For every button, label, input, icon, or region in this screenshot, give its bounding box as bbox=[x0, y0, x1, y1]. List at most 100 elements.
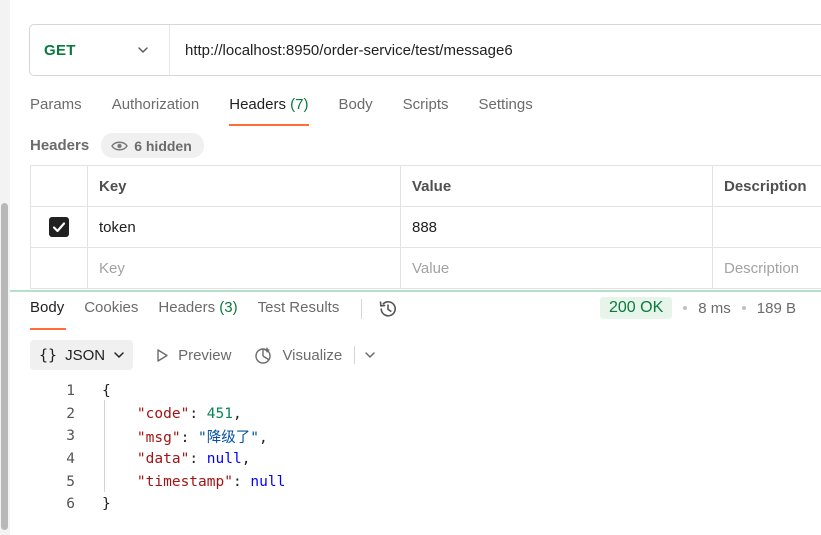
row-checkbox-cell bbox=[30, 248, 87, 288]
preview-label: Preview bbox=[178, 346, 232, 364]
divider bbox=[354, 346, 356, 364]
tab-cookies[interactable]: Cookies bbox=[84, 299, 138, 330]
response-size[interactable]: 189 B bbox=[757, 300, 796, 317]
tab-response-body[interactable]: Body bbox=[30, 299, 67, 330]
header-value-field[interactable]: 888 bbox=[400, 207, 712, 247]
divider bbox=[361, 299, 363, 319]
preview-button[interactable]: Preview bbox=[155, 347, 231, 364]
code-line: 6 } bbox=[30, 493, 285, 516]
row-checkbox-cell bbox=[30, 207, 87, 247]
tab-count: (3) bbox=[219, 299, 238, 316]
table-header-row: Key Value Description bbox=[30, 166, 821, 207]
json-key: "data" bbox=[136, 451, 190, 468]
chevron-down-icon bbox=[365, 352, 375, 358]
status-badge[interactable]: 200 OK bbox=[600, 297, 673, 319]
play-icon bbox=[157, 348, 168, 362]
visualize-options-button[interactable] bbox=[364, 349, 376, 361]
new-description-input[interactable]: Description bbox=[712, 248, 821, 288]
visualize-icon bbox=[255, 347, 272, 364]
header-description-field[interactable] bbox=[712, 207, 821, 247]
code-line: 1 { bbox=[30, 380, 285, 403]
tab-response-headers[interactable]: Headers (3) bbox=[158, 299, 237, 330]
request-tabs: Params Authorization Headers (7) Body Sc… bbox=[30, 96, 563, 126]
tab-label: Authorization bbox=[111, 96, 200, 113]
column-check bbox=[30, 166, 87, 206]
chevron-down-icon bbox=[137, 43, 149, 61]
json-key: "code" bbox=[136, 405, 190, 422]
json-value: null bbox=[250, 473, 286, 490]
column-key: Key bbox=[87, 166, 400, 206]
line-number: 2 bbox=[66, 405, 75, 422]
new-value-input[interactable]: Value bbox=[400, 248, 712, 288]
tab-settings[interactable]: Settings bbox=[479, 96, 533, 126]
line-number: 4 bbox=[66, 451, 75, 468]
tab-headers[interactable]: Headers (7) bbox=[229, 96, 310, 126]
json-punct: , bbox=[259, 429, 268, 446]
json-value: 451 bbox=[206, 405, 233, 422]
json-value: "降级了" bbox=[198, 429, 260, 446]
method-select[interactable]: GET bbox=[30, 25, 170, 75]
tab-label: Settings bbox=[478, 96, 533, 113]
format-label: JSON bbox=[65, 346, 106, 364]
tab-scripts[interactable]: Scripts bbox=[403, 96, 449, 126]
response-time[interactable]: 8 ms bbox=[698, 300, 731, 317]
tab-label: Headers bbox=[158, 299, 216, 316]
tab-label: Body bbox=[338, 96, 373, 113]
separator-dot bbox=[683, 306, 688, 310]
header-key-field[interactable]: token bbox=[87, 207, 400, 247]
line-number: 5 bbox=[66, 473, 75, 490]
eye-icon bbox=[111, 141, 129, 150]
response-meta: 200 OK 8 ms 189 B bbox=[600, 297, 796, 319]
headers-heading-row: Headers 6 hidden bbox=[30, 133, 204, 158]
open-brace: { bbox=[102, 383, 111, 400]
tab-authorization[interactable]: Authorization bbox=[112, 96, 200, 126]
request-bar: GET http://localhost:8950/order-service/… bbox=[29, 24, 821, 76]
url-input[interactable]: http://localhost:8950/order-service/test… bbox=[170, 42, 513, 59]
hidden-headers-toggle[interactable]: 6 hidden bbox=[101, 133, 204, 158]
left-scrollbar[interactable] bbox=[0, 0, 10, 535]
headers-title: Headers bbox=[30, 137, 90, 154]
code-line: 4 "data": null, bbox=[30, 448, 285, 471]
table-row: token 888 bbox=[30, 207, 821, 248]
close-brace: } bbox=[102, 496, 111, 513]
column-description: Description bbox=[712, 166, 821, 206]
tab-label: Test Results bbox=[257, 299, 340, 316]
line-number: 6 bbox=[66, 496, 75, 513]
tab-label: Headers bbox=[229, 96, 286, 113]
table-row-new: Key Value Description bbox=[30, 248, 821, 289]
tab-test-results[interactable]: Test Results bbox=[258, 299, 340, 330]
line-number: 3 bbox=[66, 428, 75, 445]
visualize-button[interactable]: Visualize bbox=[253, 345, 342, 365]
code-line: 2 "code": 451, bbox=[30, 403, 285, 426]
line-number: 1 bbox=[66, 383, 75, 400]
json-punct: , bbox=[232, 405, 242, 422]
format-select[interactable]: {} JSON bbox=[30, 340, 134, 370]
left-scrollbar-thumb[interactable] bbox=[1, 203, 8, 530]
new-key-input[interactable]: Key bbox=[87, 248, 400, 288]
method-label: GET bbox=[44, 41, 76, 59]
checkmark-icon bbox=[52, 222, 66, 233]
json-value: null bbox=[206, 451, 242, 468]
tab-params[interactable]: Params bbox=[30, 96, 82, 126]
tab-label: Body bbox=[30, 299, 65, 316]
json-punct: , bbox=[241, 451, 251, 468]
response-toolbar: {} JSON Preview Visualize bbox=[30, 340, 376, 370]
response-body-editor[interactable]: 1 { 2 "code": 451, 3 "msg": "降级了", 4 "da… bbox=[30, 380, 285, 516]
visualize-label: Visualize bbox=[282, 346, 343, 364]
tab-body[interactable]: Body bbox=[338, 96, 372, 126]
code-line: 5 "timestamp": null bbox=[30, 470, 285, 493]
chevron-down-icon bbox=[114, 352, 124, 358]
separator-dot bbox=[741, 306, 746, 310]
code-line: 3 "msg": "降级了", bbox=[30, 425, 285, 448]
tab-label: Cookies bbox=[84, 299, 139, 316]
json-key: "msg" bbox=[136, 429, 181, 446]
row-checkbox[interactable] bbox=[49, 217, 69, 237]
column-value: Value bbox=[400, 166, 712, 206]
pane-splitter[interactable] bbox=[10, 290, 821, 292]
tab-label: Scripts bbox=[402, 96, 449, 113]
response-tabs: Body Cookies Headers (3) Test Results bbox=[30, 299, 399, 330]
tab-count: (7) bbox=[290, 96, 309, 113]
tab-label: Params bbox=[30, 96, 82, 113]
json-key: "timestamp" bbox=[136, 473, 233, 490]
history-icon[interactable] bbox=[377, 298, 399, 325]
